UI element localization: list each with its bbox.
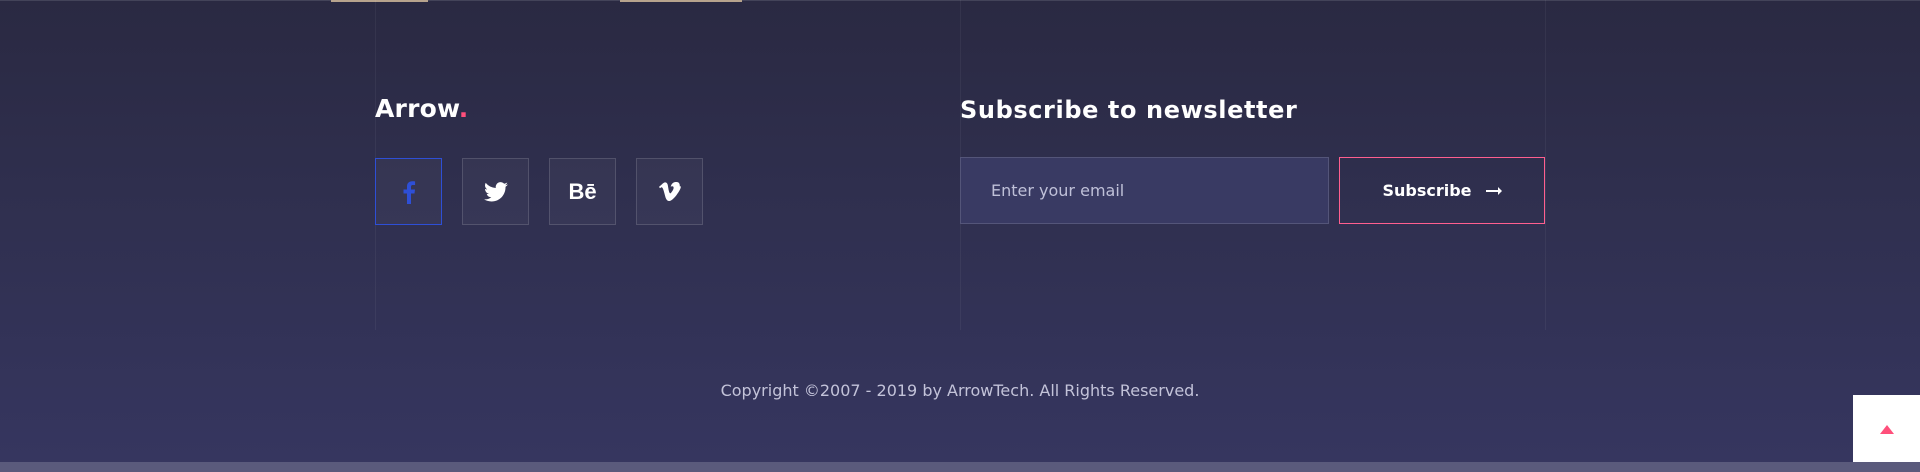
grid-line [1545, 0, 1546, 330]
brand-dot: . [458, 94, 469, 123]
newsletter-title: Subscribe to newsletter [960, 96, 1298, 124]
behance-icon: Bē [568, 178, 597, 204]
vimeo-button[interactable] [636, 158, 703, 225]
behance-button[interactable]: Bē [549, 158, 616, 225]
chevron-up-icon [1879, 419, 1894, 438]
facebook-button[interactable] [375, 158, 442, 225]
brand-name: Arrow [375, 94, 459, 123]
copyright-text: Copyright ©2007 - 2019 by ArrowTech. All… [720, 381, 1200, 400]
facebook-icon [402, 180, 416, 204]
email-input[interactable] [960, 157, 1329, 224]
top-accent-mark [331, 0, 428, 2]
subscribe-label: Subscribe [1382, 181, 1472, 200]
bottom-bar [0, 462, 1920, 472]
twitter-button[interactable] [462, 158, 529, 225]
subscribe-button[interactable]: Subscribe [1339, 157, 1545, 224]
top-accent-mark [620, 0, 742, 2]
twitter-icon [483, 181, 508, 202]
arrow-right-icon [1485, 181, 1502, 200]
scroll-to-top-button[interactable] [1853, 395, 1920, 462]
brand-logo[interactable]: Arrow. [375, 94, 468, 123]
vimeo-icon [658, 182, 681, 201]
